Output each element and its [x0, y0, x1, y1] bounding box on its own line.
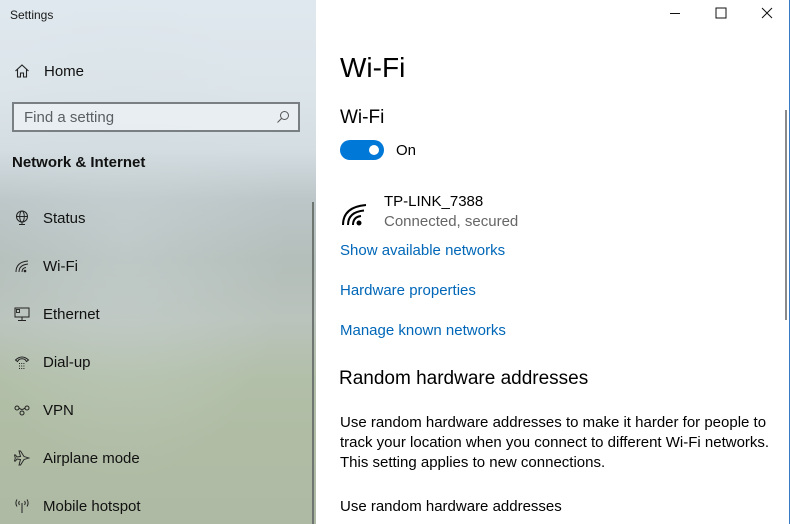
random-hardware-setting-label: Use random hardware addresses [340, 498, 562, 515]
minimize-button[interactable] [652, 0, 698, 30]
connected-network[interactable]: TP-LINK_7388 Connected, secured [340, 192, 518, 233]
random-hardware-title: Random hardware addresses [339, 368, 589, 389]
sidebar-item-label: Airplane mode [43, 449, 140, 467]
random-hardware-description: Use random hardware addresses to make it… [340, 414, 770, 471]
ethernet-icon [0, 306, 43, 322]
sidebar-item-status[interactable]: Status [0, 194, 310, 242]
wifi-section-title: Wi-Fi [340, 107, 385, 128]
close-icon [761, 6, 773, 24]
section-title: Network & Internet [12, 154, 146, 171]
sidebar-item-ethernet[interactable]: Ethernet [0, 290, 310, 338]
hardware-properties-link[interactable]: Hardware properties [340, 282, 476, 299]
sidebar-item-label: Home [44, 62, 85, 80]
main-scrollbar[interactable] [785, 110, 787, 320]
sidebar-item-mobile-hotspot[interactable]: Mobile hotspot [0, 482, 310, 524]
sidebar-nav: Status Wi-Fi Ethernet Dial-up VPN Airpla… [0, 194, 310, 524]
sidebar-item-label: Status [43, 209, 86, 227]
wifi-toggle[interactable] [340, 140, 384, 160]
show-available-networks-link[interactable]: Show available networks [340, 242, 505, 259]
sidebar-item-label: VPN [43, 401, 74, 419]
airplane-icon [0, 450, 43, 466]
network-name: TP-LINK_7388 [384, 193, 484, 210]
close-button[interactable] [744, 0, 790, 30]
page-title: Wi-Fi [340, 52, 406, 83]
hotspot-icon [0, 498, 43, 514]
sidebar-item-airplane-mode[interactable]: Airplane mode [0, 434, 310, 482]
globe-icon [0, 210, 43, 226]
search-input[interactable] [14, 108, 268, 126]
sidebar-item-wifi[interactable]: Wi-Fi [0, 242, 310, 290]
sidebar: Settings Home Network & Internet Status … [0, 0, 316, 524]
vpn-icon [0, 402, 43, 418]
search-box[interactable] [12, 102, 300, 132]
sidebar-item-dialup[interactable]: Dial-up [0, 338, 310, 386]
manage-known-networks-link[interactable]: Manage known networks [340, 322, 506, 339]
toggle-knob [369, 145, 379, 155]
sidebar-item-label: Mobile hotspot [43, 497, 141, 515]
sidebar-item-vpn[interactable]: VPN [0, 386, 310, 434]
maximize-button[interactable] [698, 0, 744, 30]
sidebar-item-label: Dial-up [43, 353, 91, 371]
sidebar-scrollbar[interactable] [312, 202, 314, 524]
network-status: Connected, secured [384, 213, 519, 230]
home-icon [0, 63, 44, 79]
wifi-signal-icon [340, 192, 384, 232]
sidebar-item-label: Ethernet [43, 305, 100, 323]
sidebar-item-label: Wi-Fi [43, 257, 78, 275]
wifi-toggle-label: On [396, 141, 417, 159]
window-controls [652, 0, 790, 30]
wifi-icon [0, 258, 43, 274]
app-title: Settings [10, 8, 54, 22]
maximize-icon [715, 6, 727, 24]
sidebar-item-home[interactable]: Home [0, 56, 300, 86]
main-pane: Wi-Fi Wi-Fi On TP-LINK_7388 Connected, s… [316, 0, 790, 524]
phone-icon [0, 354, 43, 370]
search-icon[interactable] [268, 110, 298, 124]
minimize-icon [669, 6, 681, 24]
network-info: TP-LINK_7388 Connected, secured [384, 192, 518, 233]
wifi-toggle-row: On [340, 140, 416, 160]
